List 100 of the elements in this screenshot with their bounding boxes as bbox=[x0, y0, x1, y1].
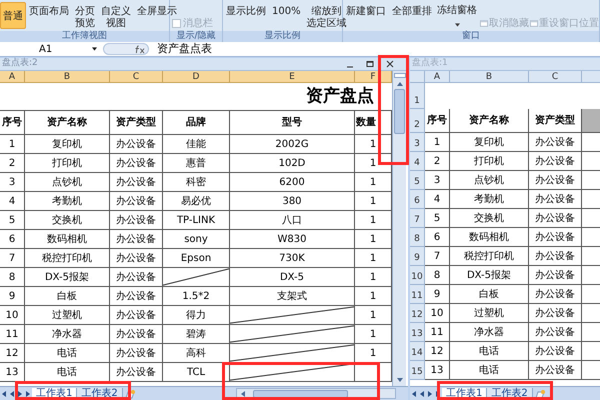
row-header[interactable]: 6 bbox=[410, 190, 425, 209]
table-cell: 办公设备 bbox=[110, 135, 163, 154]
ribbon-button[interactable]: 100% bbox=[269, 2, 304, 19]
ribbon-button[interactable]: 分页 预览 bbox=[72, 2, 98, 31]
table-cell: 交换机 bbox=[25, 211, 110, 230]
maximize-icon[interactable] bbox=[366, 60, 374, 68]
table-cell: 办公设备 bbox=[110, 268, 163, 287]
table-cell: 税控打印机 bbox=[25, 249, 110, 268]
scroll-thumb[interactable] bbox=[253, 390, 348, 398]
table-cell: 得力 bbox=[163, 306, 230, 325]
column-header[interactable]: A bbox=[425, 71, 450, 83]
table-cell: 办公设备 bbox=[110, 211, 163, 230]
table-cell: 730K bbox=[230, 249, 355, 268]
table-cell: 办公设备 bbox=[110, 154, 163, 173]
column-header[interactable]: A bbox=[0, 71, 25, 83]
row-header[interactable]: 13 bbox=[410, 323, 425, 342]
row-header[interactable]: 5 bbox=[410, 171, 425, 190]
table-cell: 白板 bbox=[450, 285, 529, 304]
column-header[interactable]: F bbox=[355, 71, 392, 83]
table-cell: 办公设备 bbox=[110, 173, 163, 192]
row-header[interactable]: 10 bbox=[410, 266, 425, 285]
column-heading: 资产名称 bbox=[25, 111, 110, 135]
row-header[interactable]: 8 bbox=[410, 228, 425, 247]
table-cell: 3 bbox=[0, 173, 25, 192]
table-cell: 数码相机 bbox=[450, 228, 529, 247]
row-header[interactable]: 15 bbox=[410, 361, 425, 380]
table-cell: 办公设备 bbox=[529, 228, 582, 247]
column-heading: 资产类型 bbox=[110, 111, 163, 135]
ribbon-button[interactable]: 全部重排 bbox=[389, 2, 435, 19]
table-cell: Epson bbox=[163, 249, 230, 268]
column-header[interactable]: C bbox=[110, 71, 163, 83]
name-box[interactable]: A1 bbox=[0, 42, 100, 56]
table-cell: 电话 bbox=[450, 342, 529, 361]
table-cell: 白板 bbox=[25, 287, 110, 306]
scroll-thumb[interactable] bbox=[394, 89, 405, 134]
close-icon[interactable] bbox=[386, 60, 394, 68]
table-cell: 办公设备 bbox=[529, 342, 582, 361]
table-cell: 惠普 bbox=[163, 154, 230, 173]
column-header[interactable]: B bbox=[450, 71, 529, 83]
ribbon-button[interactable]: 全屏显示 bbox=[134, 2, 180, 19]
table-cell: 1 bbox=[0, 135, 25, 154]
group-label: 窗口 bbox=[343, 31, 599, 42]
table-cell: 7 bbox=[0, 249, 25, 268]
insert-sheet-icon[interactable] bbox=[534, 388, 545, 398]
caret-icon bbox=[92, 47, 97, 51]
table-cell: 9 bbox=[0, 287, 25, 306]
row-header[interactable]: 12 bbox=[410, 304, 425, 323]
row-header[interactable]: 4 bbox=[410, 152, 425, 171]
split-handle[interactable] bbox=[394, 73, 406, 78]
table-cell: 1 bbox=[355, 211, 392, 230]
table-cell: 高科 bbox=[163, 344, 230, 363]
row-header[interactable]: 3 bbox=[410, 133, 425, 152]
table-cell: 点钞机 bbox=[25, 173, 110, 192]
scroll-down-icon[interactable] bbox=[396, 377, 402, 383]
table-cell: W830 bbox=[230, 230, 355, 249]
column-heading: 品牌 bbox=[163, 111, 230, 135]
ribbon-button[interactable]: 自定义 视图 bbox=[98, 2, 134, 31]
window-title: 盘点表:2 bbox=[2, 57, 38, 70]
table-cell: 1 bbox=[355, 230, 392, 249]
ribbon-button[interactable]: 普通 bbox=[0, 2, 26, 29]
table-cell: 8 bbox=[425, 266, 450, 285]
function-icon[interactable] bbox=[134, 44, 145, 54]
dropdown-button[interactable]: 冻结窗格 bbox=[435, 2, 479, 27]
row-header[interactable]: 2 bbox=[410, 109, 425, 133]
vertical-scrollbar[interactable] bbox=[392, 71, 406, 386]
table-cell: 碧涛 bbox=[163, 325, 230, 344]
table-cell: 办公设备 bbox=[529, 133, 582, 152]
table-cell: 2002G bbox=[230, 135, 355, 154]
table-cell: 科密 bbox=[163, 173, 230, 192]
ribbon-button[interactable]: 显示比例 bbox=[223, 2, 269, 19]
table-cell: 10 bbox=[425, 304, 450, 323]
table-cell: 1 bbox=[355, 154, 392, 173]
table-cell: 办公设备 bbox=[529, 285, 582, 304]
table-cell: 打印机 bbox=[450, 152, 529, 171]
column-header[interactable]: C bbox=[529, 71, 582, 83]
row-header[interactable]: 9 bbox=[410, 247, 425, 266]
row-header[interactable]: 11 bbox=[410, 285, 425, 304]
column-header[interactable]: D bbox=[163, 71, 230, 83]
row-header[interactable]: 7 bbox=[410, 209, 425, 228]
table-cell: 380 bbox=[230, 192, 355, 211]
ribbon-button[interactable]: 新建窗口 bbox=[343, 2, 389, 19]
column-heading: 型号 bbox=[230, 111, 355, 135]
table-cell: 6200 bbox=[230, 173, 355, 192]
ribbon-button[interactable]: 页面布局 bbox=[26, 2, 72, 19]
column-heading: 序号 bbox=[425, 109, 450, 133]
column-header[interactable]: E bbox=[230, 71, 355, 83]
scroll-up-icon[interactable] bbox=[396, 81, 402, 87]
row-header[interactable]: 1 bbox=[410, 83, 425, 109]
column-header[interactable]: B bbox=[25, 71, 110, 83]
table-cell: 办公设备 bbox=[529, 152, 582, 171]
insert-sheet-icon[interactable] bbox=[124, 388, 135, 398]
scroll-left-icon[interactable] bbox=[240, 390, 246, 396]
table-cell: sony bbox=[163, 230, 230, 249]
table-cell: 税控打印机 bbox=[450, 247, 529, 266]
table-cell: 办公设备 bbox=[110, 249, 163, 268]
table-cell: 5 bbox=[0, 211, 25, 230]
table-cell: TP-LINK bbox=[163, 211, 230, 230]
formula-text[interactable]: 资产盘点表 bbox=[157, 40, 212, 58]
table-cell: 1 bbox=[355, 249, 392, 268]
row-header[interactable]: 14 bbox=[410, 342, 425, 361]
